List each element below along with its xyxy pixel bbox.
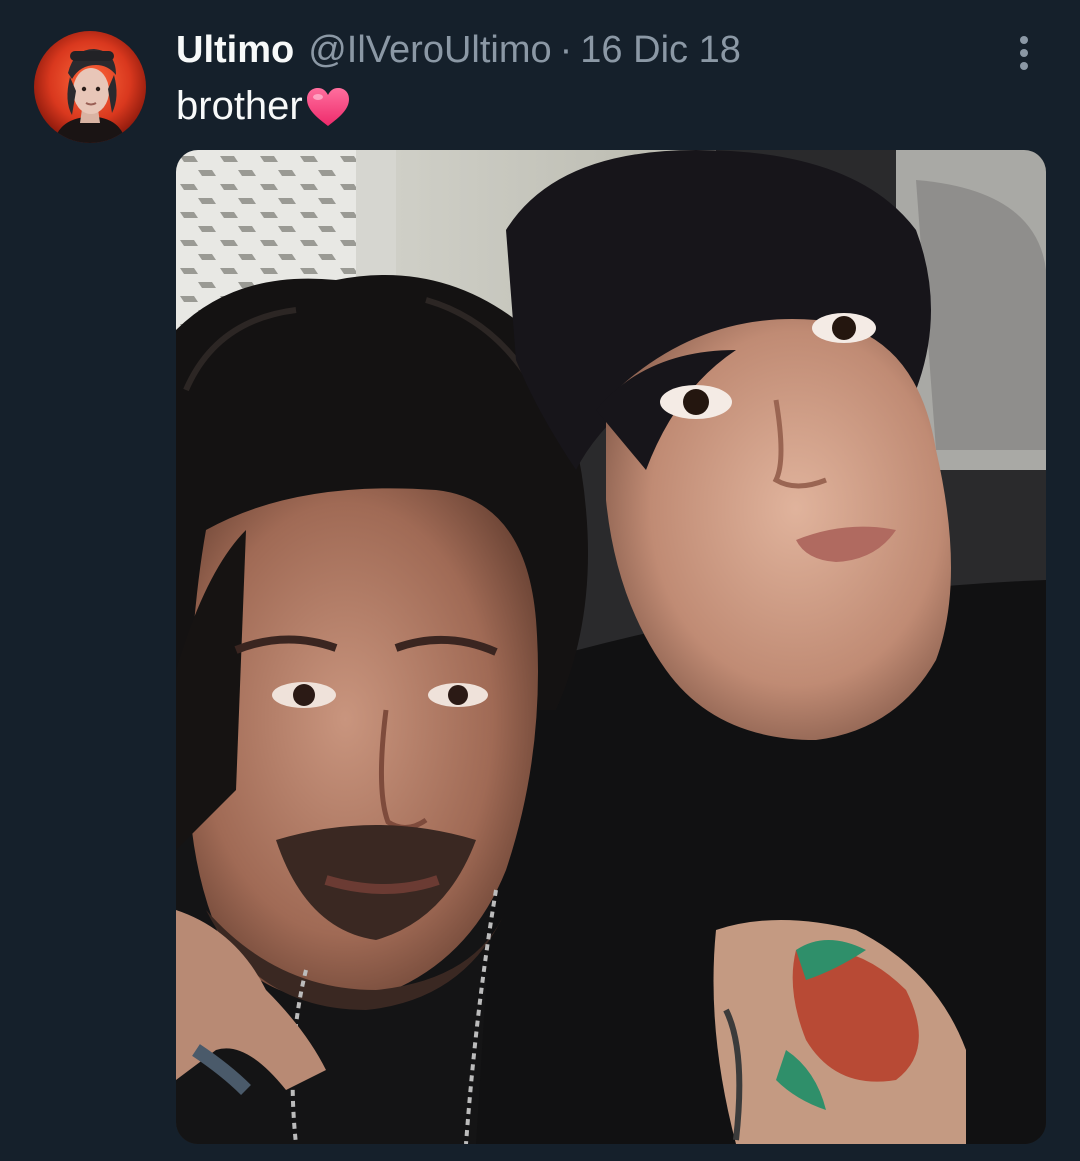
tweet-header: Ultimo @IlVeroUltimo · 16 Dic 18	[176, 26, 741, 74]
heart-emoji-icon	[306, 88, 349, 126]
tweet-text-content: brother	[176, 84, 303, 128]
user-handle[interactable]: @IlVeroUltimo	[308, 26, 551, 74]
more-vertical-icon	[1020, 36, 1028, 70]
tweet[interactable]: Ultimo @IlVeroUltimo · 16 Dic 18 brother	[0, 0, 1080, 1161]
more-options-button[interactable]	[1000, 28, 1048, 76]
separator-dot: ·	[559, 29, 573, 71]
tweet-date[interactable]: 16 Dic 18	[580, 26, 741, 74]
selfie-photo	[176, 150, 1046, 1144]
tweet-photo[interactable]	[176, 150, 1046, 1144]
display-name[interactable]: Ultimo	[176, 26, 294, 74]
avatar-image	[34, 31, 146, 143]
avatar[interactable]	[34, 31, 146, 143]
tweet-text: brother	[176, 82, 351, 130]
